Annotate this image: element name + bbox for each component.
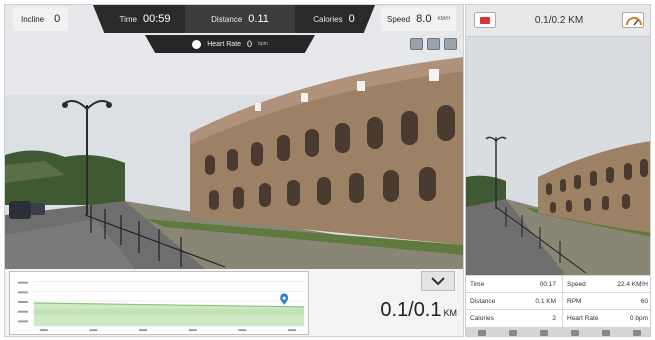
main-street-view-panel: Incline 0 Time 00:59 Distance 0.11 Calor…	[4, 4, 464, 337]
expand-icon[interactable]	[570, 329, 579, 336]
stat-value-rpm: 60	[640, 298, 648, 305]
speedometer-icon	[626, 17, 642, 26]
map-view-icon[interactable]	[410, 38, 423, 50]
stats-row-distance: Distance 0.1 KM RPM 60	[466, 292, 650, 310]
elevation-profile	[9, 271, 309, 335]
time-value: 00:59	[142, 13, 171, 25]
route-distance-unit: KM	[443, 308, 458, 318]
map-icon[interactable]	[508, 329, 517, 336]
stat-value-speed: 22.4 KM/H	[617, 281, 648, 288]
incline-label: Incline	[21, 14, 45, 24]
heart-rate-value: 0	[247, 39, 253, 49]
speed-label: Speed	[387, 14, 411, 24]
stat-value-time: 00:17	[539, 281, 556, 288]
power-icon[interactable]	[632, 329, 641, 336]
record-button[interactable]	[474, 12, 496, 28]
stat-label-calories: Calories	[470, 315, 494, 322]
view-mode-icons	[410, 38, 457, 50]
heart-rate-bar: Heart Rate 0 bpm	[145, 35, 315, 53]
heart-rate-label: Heart Rate	[207, 40, 242, 48]
stat-label-speed: Speed	[562, 276, 606, 293]
record-icon	[480, 16, 490, 24]
heart-rate-unit: bpm	[258, 41, 268, 47]
stat-value-distance: 0.1 KM	[535, 298, 556, 305]
side-stats-table: Time 00:17 Speed 22.4 KM/H Distance 0.1 …	[466, 275, 650, 327]
street-view-icon[interactable]	[427, 38, 440, 50]
incline-value: 0	[54, 13, 61, 25]
stat-value-heart-rate: 0 bpm	[629, 315, 648, 322]
time-label: Time	[119, 14, 137, 24]
distance-stat: Distance 0.11	[185, 5, 295, 33]
route-distance: 0.1/0.1 KM	[380, 299, 457, 322]
globe-icon[interactable]	[601, 329, 610, 336]
side-title: 0.1/0.2 KM	[534, 15, 584, 26]
side-street-view	[466, 37, 650, 275]
stat-value-calories: 2	[552, 315, 556, 322]
bottom-panel: 0.1/0.1 KM	[5, 269, 463, 336]
stat-label-time: Time	[470, 281, 485, 288]
distance-value: 0.11	[248, 13, 269, 25]
heart-icon	[192, 39, 202, 49]
speed-icon[interactable]	[477, 329, 486, 336]
route-distance-value: 0.1/0.1	[380, 299, 442, 321]
side-preview-panel: 0.1/0.2 KM Time 00:17 Speed 22.4 KM/H Di…	[465, 4, 651, 337]
stat-label-distance: Distance	[470, 298, 496, 305]
calories-stat: Calories 0	[295, 5, 373, 33]
incline-stat: Incline 0	[13, 7, 69, 31]
stat-label-rpm: RPM	[562, 293, 606, 310]
time-stat: Time 00:59	[105, 5, 185, 33]
stats-row-time: Time 00:17 Speed 22.4 KM/H	[466, 275, 650, 293]
chevron-down-icon	[431, 277, 445, 286]
speed-unit: KM/H	[437, 16, 450, 22]
settings-icon[interactable]	[539, 329, 548, 336]
side-header: 0.1/0.2 KM	[466, 5, 650, 37]
speed-stat: Speed 8.0 KM/H	[381, 7, 456, 31]
calories-value: 0	[348, 13, 355, 25]
speed-value: 8.0	[416, 13, 432, 25]
side-footer-toolbar	[466, 327, 650, 336]
speedometer-button[interactable]	[622, 12, 644, 28]
calories-label: Calories	[313, 14, 343, 24]
top-stats-bar: Incline 0 Time 00:59 Distance 0.11 Calor…	[5, 5, 463, 33]
distance-label: Distance	[211, 14, 243, 24]
collapse-button[interactable]	[421, 271, 455, 291]
stat-label-heart-rate: Heart Rate	[562, 310, 606, 327]
photo-view-icon[interactable]	[444, 38, 457, 50]
stats-row-calories: Calories 2 Heart Rate 0 bpm	[466, 309, 650, 327]
